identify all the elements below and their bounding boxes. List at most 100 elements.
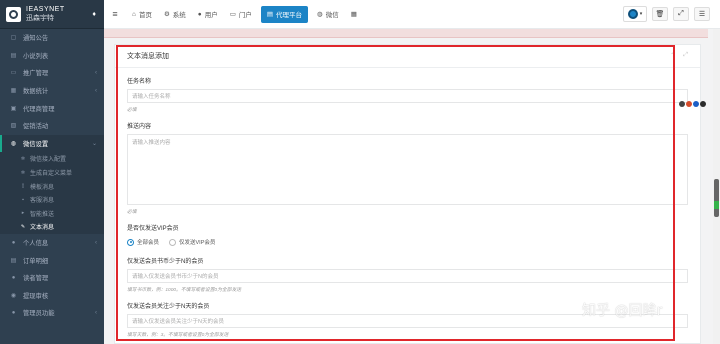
chevron-left-icon: ‹ (95, 87, 97, 94)
sidebar-item-label: 客服消息 (30, 198, 55, 205)
vip-label: 是否仅发送VIP会员 (127, 226, 179, 232)
paper-plane-icon: ▸ (21, 210, 25, 217)
user-icon: ● (197, 10, 202, 18)
nav-item-users[interactable]: ● 用户 (192, 0, 224, 28)
sidebar-item-profile[interactable]: ● 个人信息 ‹ (0, 234, 104, 252)
nav-item-label: 首页 (138, 12, 152, 19)
book-icon: ▤ (10, 52, 17, 59)
sidebar-item-label: 小说列表 (23, 52, 49, 60)
sidebar-item-notice[interactable]: ▢ 通知公告 (0, 29, 104, 47)
expand-icon[interactable]: ⤢ (683, 52, 688, 59)
scroll-marker (714, 201, 719, 209)
text-message-form: 任务名称 请输入任务名称 必填 推送内容 请输入推送内容 必填 是否仅发送VIP… (115, 76, 700, 338)
sidebar-item-label: 微信设置 (23, 140, 49, 148)
task-name-hint: 必填 (127, 108, 137, 113)
sidebar-item-label: 管理员功能 (23, 310, 55, 318)
sidebar-item-promo-activity[interactable]: ▧ 促销活动 (0, 117, 104, 135)
radio-dot[interactable] (127, 238, 134, 246)
gear-icon: ⚙ (163, 11, 170, 18)
collapse-icon[interactable]: ⌃ (670, 52, 675, 59)
chevron-down-icon: ⌄ (91, 140, 97, 147)
sidebar: IEASYNET 迅森宇特 ♦ ▢ 通知公告 ▤ 小说列表 ▭ 推广管理 ‹ ▦ 数据统计… (0, 0, 104, 344)
coins-hint: 填写书币数，例：1000。不填写或者设置0为全部发送 (127, 288, 242, 293)
caret-down-icon: ▾ (639, 11, 643, 17)
content-textarea[interactable]: 请输入推送内容 (127, 134, 688, 205)
brand[interactable]: IEASYNET 迅森宇特 ♦ (0, 0, 104, 29)
content-label: 推送内容 (127, 124, 152, 130)
floating-toolbar[interactable] (679, 100, 706, 108)
sidebar-item-label: 代理商管理 (23, 105, 55, 113)
radio-dot[interactable] (169, 238, 177, 246)
watermark: 知乎 @回眸r (582, 303, 663, 319)
radio-vip-only[interactable]: 仅发送VIP会员 (169, 238, 215, 246)
topbar-tools: ▾ 🗑 ⤢ ☰ (623, 6, 710, 22)
nav-item-label: 门户 (238, 12, 252, 19)
sidebar-subitem-smart-push[interactable]: ▸ 智能推送 (0, 206, 104, 221)
radio-all-members[interactable]: 全部会员 (127, 238, 159, 246)
sidebar-item-label: 订单明细 (23, 257, 49, 265)
sidebar-item-readers[interactable]: ● 读者管理 (0, 269, 104, 287)
sidebar-item-label: 文本消息 (30, 225, 55, 232)
sidebar-subitem-text-msg[interactable]: ✎ 文本消息 (0, 220, 104, 234)
platform-icon: ▤ (266, 11, 274, 18)
sidebar-item-agents[interactable]: ▣ 代理商管理 (0, 99, 104, 117)
cog-icon: ✲ (20, 155, 26, 162)
nav-item-agent-platform[interactable]: ▤ 代理平台 (260, 5, 309, 23)
sidebar-item-wechat-settings[interactable]: ◍ 微信设置 ⌄ (0, 134, 104, 153)
task-name-label: 任务名称 (127, 79, 152, 85)
sidebar-subitem-custom-menu[interactable]: ✲ 生成自定义菜单 (0, 165, 104, 180)
reader-icon: ● (11, 274, 16, 281)
panel-tools: ⌃ ⤢ (670, 52, 688, 59)
top-nav: ⌂ 首页 ⚙ 系统 ● 用户 ▭ 门户 ▤ 代理平台 ◍ 微信 ▦ (126, 0, 363, 28)
order-icon: ▤ (10, 257, 17, 264)
toolbar-more-icon (700, 101, 706, 107)
file-icon: ▯ (21, 183, 25, 190)
sidebar-item-stats[interactable]: ▦ 数据统计 ‹ (0, 82, 104, 100)
chevron-left-icon: ‹ (95, 239, 97, 246)
sidebar-item-label: 推广管理 (23, 70, 49, 78)
admin-icon: ● (11, 309, 16, 316)
toolbar-dot-icon (679, 101, 685, 107)
vip-radio-group: 全部会员 仅发送VIP会员 (127, 238, 688, 246)
coins-input[interactable]: 请输入仅发送会员书币少于N的会员 (127, 269, 688, 283)
sidebar-item-orders[interactable]: ▤ 订单明细 (0, 251, 104, 269)
alert-bar (104, 29, 708, 38)
nav-item-system[interactable]: ⚙ 系统 (158, 0, 192, 28)
gift-icon: ▧ (10, 123, 17, 130)
grid-icon[interactable]: ▦ (345, 0, 363, 28)
toolbar-help-icon (693, 101, 699, 107)
content-hint: 必填 (127, 210, 137, 215)
edit-icon: ✎ (20, 223, 26, 230)
wechat-icon: ◍ (10, 140, 17, 147)
task-name-input[interactable]: 请输入任务名称 (127, 89, 688, 103)
sidebar-subitem-service-msg[interactable]: ▪ 客服消息 (0, 192, 104, 207)
sidebar-item-promotion[interactable]: ▭ 推广管理 ‹ (0, 64, 104, 82)
drop-icon[interactable]: ♦ (92, 11, 96, 18)
radio-label: 全部会员 (137, 240, 160, 246)
avatar (627, 9, 638, 19)
nav-item-label: 用户 (204, 12, 218, 19)
nav-item-portal[interactable]: ▭ 门户 (224, 0, 258, 28)
nav-item-label: 系统 (172, 12, 186, 19)
list-icon[interactable]: ☰ (694, 7, 710, 21)
chart-icon: ▦ (10, 88, 17, 95)
sidebar-item-label: 促销活动 (23, 123, 49, 131)
user-menu-button[interactable]: ▾ (623, 6, 647, 22)
fullscreen-icon[interactable]: ⤢ (673, 7, 689, 21)
sidebar-item-label: 生成自定义菜单 (30, 171, 73, 178)
nav-item-wechat[interactable]: ◍ 微信 (311, 0, 345, 28)
right-scrollbar[interactable] (713, 29, 720, 344)
days-hint: 填写天数，例：3。不填写或者设置0为全部发送 (127, 333, 229, 338)
sidebar-item-withdraw[interactable]: ◉ 提现审核 (0, 287, 104, 305)
sidebar-item-novels[interactable]: ▤ 小说列表 (0, 47, 104, 65)
sidebar-subitem-template[interactable]: ▯ 模板消息 (0, 179, 104, 193)
sidebar-subitem-wechat-access[interactable]: ✲ 微信接入配置 (0, 152, 104, 166)
sidebar-item-label: 个人信息 (23, 240, 49, 248)
nav-item-home[interactable]: ⌂ 首页 (126, 0, 158, 28)
trash-icon[interactable]: 🗑 (652, 7, 668, 21)
menu-toggle-icon[interactable]: ≡ (104, 9, 126, 19)
gear-icon: ✲ (20, 169, 26, 176)
scrollbar-thumb[interactable] (714, 179, 719, 217)
sidebar-item-admin[interactable]: ● 管理员功能 ‹ (0, 304, 104, 322)
sidebar-item-label: 数据统计 (23, 88, 49, 96)
